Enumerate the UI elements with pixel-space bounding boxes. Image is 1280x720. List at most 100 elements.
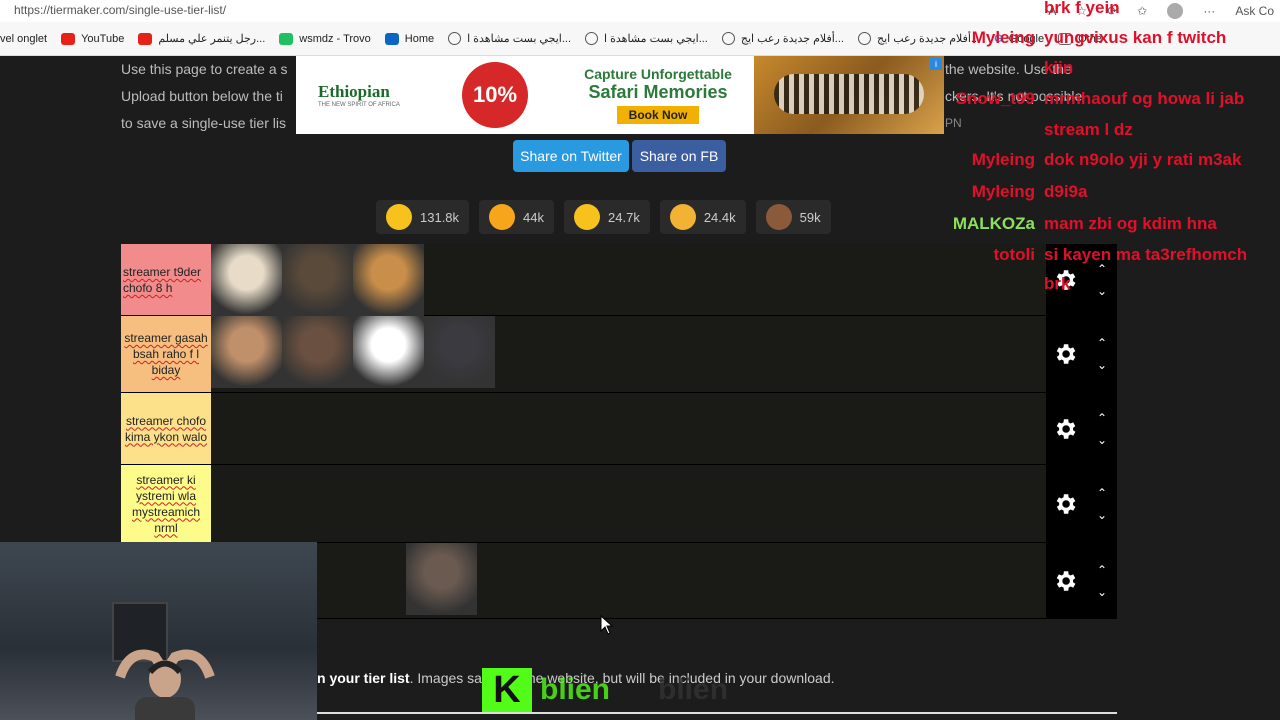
reaction-count: 131.8k (420, 209, 460, 225)
bookmark-label: YouTube (81, 32, 125, 45)
tier-control: ⌃ ⌄ (1046, 393, 1117, 465)
chat-username: Snow_t99 (955, 89, 1035, 108)
bookmark-label: Home (404, 32, 435, 45)
chat-username: Myleing (971, 150, 1035, 169)
chat-text: brk (1044, 274, 1071, 293)
bookmark-label: vel onglet (0, 32, 48, 45)
chat-text: d9i9a (1044, 182, 1088, 201)
share-fb-button[interactable]: Share on FB (632, 140, 726, 172)
move-down-icon[interactable]: ⌄ (1097, 284, 1107, 298)
tier-item-image[interactable] (353, 316, 424, 388)
bookmark-item[interactable]: ايجي بست مشاهدة ا... (448, 32, 571, 45)
ad-info-icon[interactable]: i (930, 58, 942, 70)
reactions-bar: 131.8k 44k 24.7k 24.4k 59k (376, 200, 831, 234)
safari-zebra-image (754, 56, 944, 134)
tier-item-image[interactable] (282, 316, 353, 388)
ask-copilot-button[interactable]: Ask Co (1235, 4, 1274, 18)
bookmark-item[interactable]: أفلام جديدة رعب ايج... (721, 32, 844, 45)
reaction-count: 24.4k (703, 209, 736, 225)
tier-row: streamer t9der chofo 8 h (121, 244, 1046, 316)
globe-icon (448, 32, 462, 45)
chat-username: Myleing (971, 28, 1035, 47)
tiktok-watermark-name: blien (658, 673, 729, 706)
bookmark-label: رجل يتنمر علي مسلم... (158, 33, 266, 45)
webcam-overlay (0, 542, 317, 720)
move-down-icon[interactable]: ⌄ (1097, 433, 1107, 447)
reaction-button[interactable]: 24.7k (564, 200, 650, 234)
reaction-button[interactable]: 131.8k (376, 200, 470, 234)
bookmark-item[interactable]: رجل يتنمر علي مسلم... (138, 32, 265, 45)
ad-banner[interactable]: Ethiopian THE NEW SPIRIT OF AFRICA 10% C… (296, 56, 944, 134)
bookmark-item[interactable]: vel onglet (0, 33, 47, 45)
youtube-icon (138, 32, 153, 45)
chat-username: totoli (993, 245, 1035, 264)
bookmark-item[interactable]: ايجي بست مشاهدة ا... (585, 32, 708, 45)
tier-row: streamer gasah bsah raho f l biday (121, 316, 1046, 393)
chat-text: yungvixus kan f twitch (1044, 28, 1227, 47)
gear-icon[interactable] (1052, 416, 1078, 442)
move-up-icon[interactable]: ⌃ (1097, 411, 1107, 425)
tier-label[interactable]: streamer ki ystremi wla mystreamich nrml (121, 465, 211, 542)
tier-label[interactable]: streamer t9der chofo 8 h (121, 244, 211, 315)
move-up-icon[interactable]: ⌃ (1097, 563, 1107, 577)
tier-item-image[interactable] (211, 244, 282, 316)
gear-icon[interactable] (1052, 568, 1078, 594)
move-down-icon[interactable]: ⌄ (1097, 508, 1107, 522)
ethiopian-logo: Ethiopian THE NEW SPIRIT OF AFRICA (318, 82, 400, 108)
bookmark-item[interactable]: YouTube (61, 32, 125, 45)
tier-label[interactable]: streamer gasah bsah raho f l biday (121, 316, 211, 392)
tier-label[interactable]: streamer chofo kima ykon walo (121, 393, 211, 464)
chat-text: mam zbi og kdim hna (1044, 214, 1217, 233)
chat-username: Myleing (971, 182, 1035, 201)
book-now-button[interactable]: Book Now (616, 106, 700, 124)
watermark-name: blien (540, 673, 611, 706)
streamer-figure (115, 649, 215, 720)
tier-controls: ⌃ ⌄ ⌃ ⌄ ⌃ ⌄ ⌃ ⌄ ⌃ ⌄ (1046, 244, 1117, 619)
more-menu-icon[interactable]: ··· (1203, 4, 1215, 18)
tier-item-image[interactable] (282, 244, 353, 316)
gear-icon[interactable] (1052, 491, 1078, 517)
tier-control: ⌃ ⌄ (1046, 543, 1117, 619)
tier-row: streamer ki ystremi wla mystreamich nrml (121, 465, 1046, 543)
chat-username: MALKOZa (952, 214, 1035, 233)
laughing-emoji-icon (574, 204, 601, 230)
gear-icon[interactable] (1052, 341, 1078, 367)
bookmark-label: ايجي بست مشاهدة ا... (604, 33, 708, 45)
tier-control: ⌃ ⌄ (1046, 465, 1117, 543)
reaction-count: 44k (523, 209, 545, 225)
chat-text: si kayen ma ta3refhomch (1044, 245, 1248, 264)
bookmark-item[interactable]: Home (384, 32, 435, 45)
move-down-icon[interactable]: ⌄ (1097, 358, 1107, 372)
chat-text: kiin (1044, 58, 1074, 77)
tier-item-image[interactable] (424, 316, 495, 388)
reaction-button[interactable]: 24.4k (659, 200, 746, 234)
url-text: https://tiermaker.com/single-use-tier-li… (14, 3, 227, 17)
pn-label: PN (945, 116, 962, 130)
move-up-icon[interactable]: ⌃ (1097, 336, 1107, 350)
linkedin-icon (384, 32, 399, 45)
kick-logo-icon: K (482, 668, 532, 712)
share-twitter-button[interactable]: Share on Twitter (513, 140, 629, 172)
move-up-icon[interactable]: ⌃ (1097, 486, 1107, 500)
bookmark-item[interactable]: wsmdz - Trovo (279, 32, 371, 45)
bookmark-label: أفلام جديدة رعب ايج... (740, 33, 844, 45)
reaction-button[interactable]: 44k (479, 200, 555, 234)
divider (317, 712, 1117, 714)
reaction-count: 59k (799, 209, 821, 225)
mouse-cursor-icon (600, 615, 614, 635)
globe-icon (857, 32, 871, 45)
grinning-emoji-icon (386, 204, 412, 230)
favorites-icon[interactable]: ✩ (1137, 4, 1147, 18)
tier-items (211, 244, 424, 316)
profile-avatar[interactable] (1167, 3, 1184, 19)
tier-item-image[interactable] (353, 244, 424, 316)
reaction-count: 24.7k (608, 209, 640, 225)
trovo-icon (279, 32, 294, 45)
tier-item-image[interactable] (211, 316, 282, 388)
tier-item-image[interactable] (406, 543, 477, 615)
bookmark-label: wsmdz - Trovo (299, 32, 371, 45)
chat-text: mrmhaouf og howa li jab (1044, 89, 1245, 108)
bookmark-label: ايجي بست مشاهدة ا... (467, 33, 571, 45)
reaction-button[interactable]: 59k (755, 200, 831, 234)
move-down-icon[interactable]: ⌄ (1097, 585, 1107, 599)
